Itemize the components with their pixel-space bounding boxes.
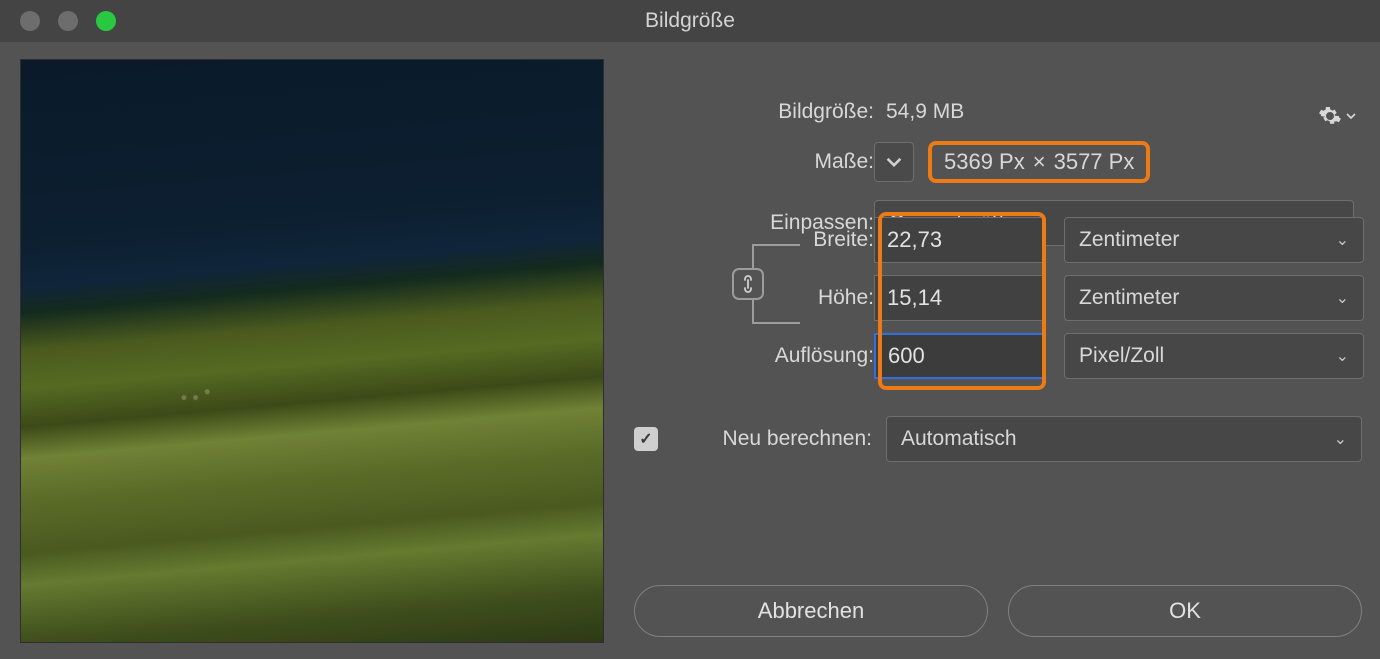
chevron-down-icon: ⌄: [1336, 230, 1349, 250]
width-input[interactable]: 22,73: [874, 217, 1044, 263]
height-input[interactable]: 15,14: [874, 275, 1044, 321]
filesize-value: 54,9 MB: [874, 100, 1354, 124]
chevron-down-icon: [886, 154, 902, 170]
resolution-label: Auflösung:: [674, 344, 874, 368]
chevron-down-icon: ⌄: [1336, 346, 1349, 366]
dimensions-unit-dropdown[interactable]: [874, 142, 914, 182]
resample-checkbox[interactable]: ✓: [634, 427, 658, 451]
resolution-input[interactable]: 600: [874, 333, 1044, 379]
chevron-down-icon: ⌄: [1336, 288, 1349, 308]
titlebar: Bildgröße: [0, 0, 1380, 42]
width-unit-select[interactable]: Zentimeter⌄: [1064, 217, 1364, 263]
height-unit-select[interactable]: Zentimeter⌄: [1064, 275, 1364, 321]
dimensions-sep: ×: [1033, 149, 1046, 175]
dimensions-height: 3577 Px: [1054, 149, 1135, 175]
resample-label: Neu berechnen:: [672, 427, 872, 451]
window-title: Bildgröße: [0, 9, 1380, 33]
image-preview[interactable]: [20, 59, 604, 643]
dimensions-highlight: 5369 Px × 3577 Px: [928, 141, 1150, 183]
resample-method-select[interactable]: Automatisch⌄: [886, 416, 1362, 462]
ok-button[interactable]: OK: [1008, 585, 1362, 637]
filesize-label: Bildgröße:: [674, 100, 874, 124]
height-label: Höhe:: [674, 286, 874, 310]
cancel-button[interactable]: Abbrechen: [634, 585, 988, 637]
chevron-down-icon: ⌄: [1334, 429, 1347, 449]
dimensions-label: Maße:: [674, 150, 874, 174]
resolution-unit-select[interactable]: Pixel/Zoll⌄: [1064, 333, 1364, 379]
width-label: Breite:: [674, 228, 874, 252]
dimensions-width: 5369 Px: [944, 149, 1025, 175]
